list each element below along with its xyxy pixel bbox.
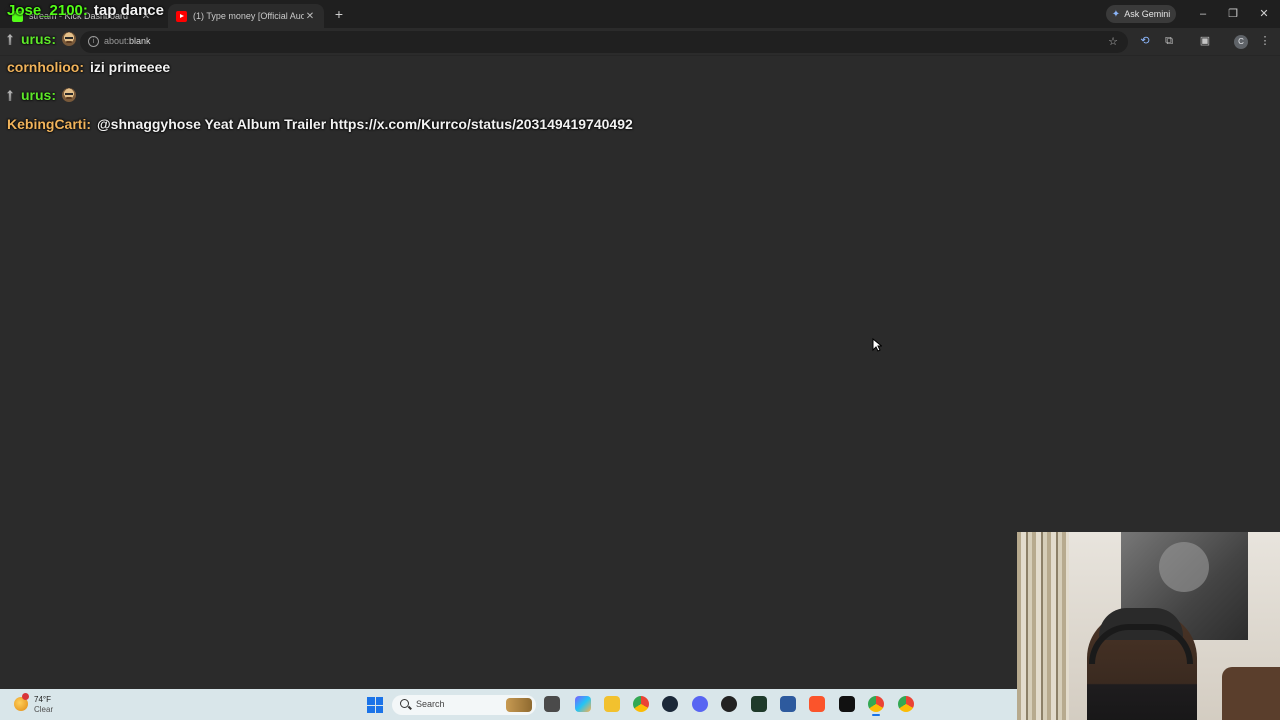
sword-badge-icon <box>7 34 13 45</box>
address-url[interactable]: about:blank <box>104 36 151 46</box>
chrome-icon[interactable] <box>633 696 649 712</box>
browser-toolbar: i about:blank ☆ <box>0 28 1280 56</box>
chat-message: cornholioo: izi primeeee <box>7 59 170 75</box>
menu-kebab-icon[interactable]: ⋮ <box>1258 34 1272 48</box>
gemini-spark-icon: ✦ <box>1111 8 1121 20</box>
search-icon <box>400 699 409 708</box>
chrome-profile-icon[interactable] <box>898 696 914 712</box>
copilot-icon[interactable] <box>575 696 591 712</box>
monkey-emote-icon <box>62 32 76 46</box>
xbox-icon[interactable] <box>751 696 767 712</box>
chat-message: urus: <box>7 87 76 103</box>
chat-username: cornholioo: <box>7 59 84 75</box>
chat-username: KebingCarti: <box>7 116 91 132</box>
steam-icon[interactable] <box>662 696 678 712</box>
weather-alert-icon <box>22 693 29 700</box>
tab-youtube-audio[interactable]: (1) Type money [Official Audio] ✕ <box>168 4 324 28</box>
side-panel-icon[interactable]: ▣ <box>1198 34 1212 48</box>
webcam-overlay <box>1017 532 1280 720</box>
search-label: Search <box>416 699 445 709</box>
brave-icon[interactable] <box>809 696 825 712</box>
search-highlight-art <box>506 698 532 712</box>
chat-username: Jose_2100: <box>7 2 88 19</box>
close-window-button[interactable]: ✕ <box>1255 5 1273 23</box>
weather-widget[interactable]: 74°F Clear <box>14 693 74 717</box>
chat-username: urus: <box>21 31 56 47</box>
task-view-icon[interactable] <box>544 696 560 712</box>
ask-gemini-button[interactable]: ✦ Ask Gemini <box>1106 5 1176 23</box>
chrome-icon[interactable] <box>868 696 884 716</box>
chat-message: KebingCarti: @shnaggyhose Yeat Album Trai… <box>7 116 633 132</box>
cam-chair <box>1222 667 1280 720</box>
chat-username: urus: <box>21 87 56 103</box>
translate-icon[interactable]: ⟲ <box>1138 34 1152 48</box>
address-bar[interactable]: i about:blank ☆ <box>80 31 1128 53</box>
chat-message: urus: <box>7 31 76 47</box>
powershell-icon[interactable] <box>780 696 796 712</box>
mouse-cursor-icon <box>872 338 882 352</box>
browser-tab-strip: stream - Kick Dashboard ✕ (1) Type money… <box>0 0 1280 28</box>
youtube-icon <box>176 10 187 22</box>
site-info-icon[interactable]: i <box>88 36 99 47</box>
chat-text: @shnaggyhose Yeat Album Trailer https://… <box>97 116 633 132</box>
start-button[interactable] <box>367 697 383 713</box>
restore-button[interactable]: ❐ <box>1224 5 1242 23</box>
extensions-icon[interactable]: ⧉ <box>1162 34 1176 48</box>
url-rest: blank <box>129 36 151 46</box>
taskbar-search[interactable]: Search <box>392 695 536 715</box>
chat-message: Jose_2100: tap dance <box>7 2 164 19</box>
url-scheme: about: <box>104 36 130 46</box>
discord-icon[interactable] <box>692 696 708 712</box>
cam-curtain <box>1017 532 1069 720</box>
weather-temp: 74°F <box>34 695 51 704</box>
game-launcher-icon[interactable] <box>721 696 737 712</box>
monkey-emote-icon <box>62 88 76 102</box>
minimize-button[interactable]: – <box>1194 5 1212 23</box>
ask-gemini-label: Ask Gemini <box>1124 9 1171 19</box>
chat-text: izi primeeee <box>90 59 171 75</box>
close-icon[interactable]: ✕ <box>304 11 316 22</box>
notion-icon[interactable] <box>839 696 855 712</box>
new-tab-button[interactable]: + <box>331 6 347 22</box>
tab-title: (1) Type money [Official Audio] <box>193 11 304 21</box>
sword-badge-icon <box>7 90 13 101</box>
chat-text: tap dance <box>93 2 164 19</box>
profile-avatar[interactable]: C <box>1234 35 1248 49</box>
file-explorer-icon[interactable] <box>604 696 620 712</box>
weather-condition: Clear <box>34 705 54 714</box>
bookmark-star-icon[interactable]: ☆ <box>1108 35 1118 48</box>
